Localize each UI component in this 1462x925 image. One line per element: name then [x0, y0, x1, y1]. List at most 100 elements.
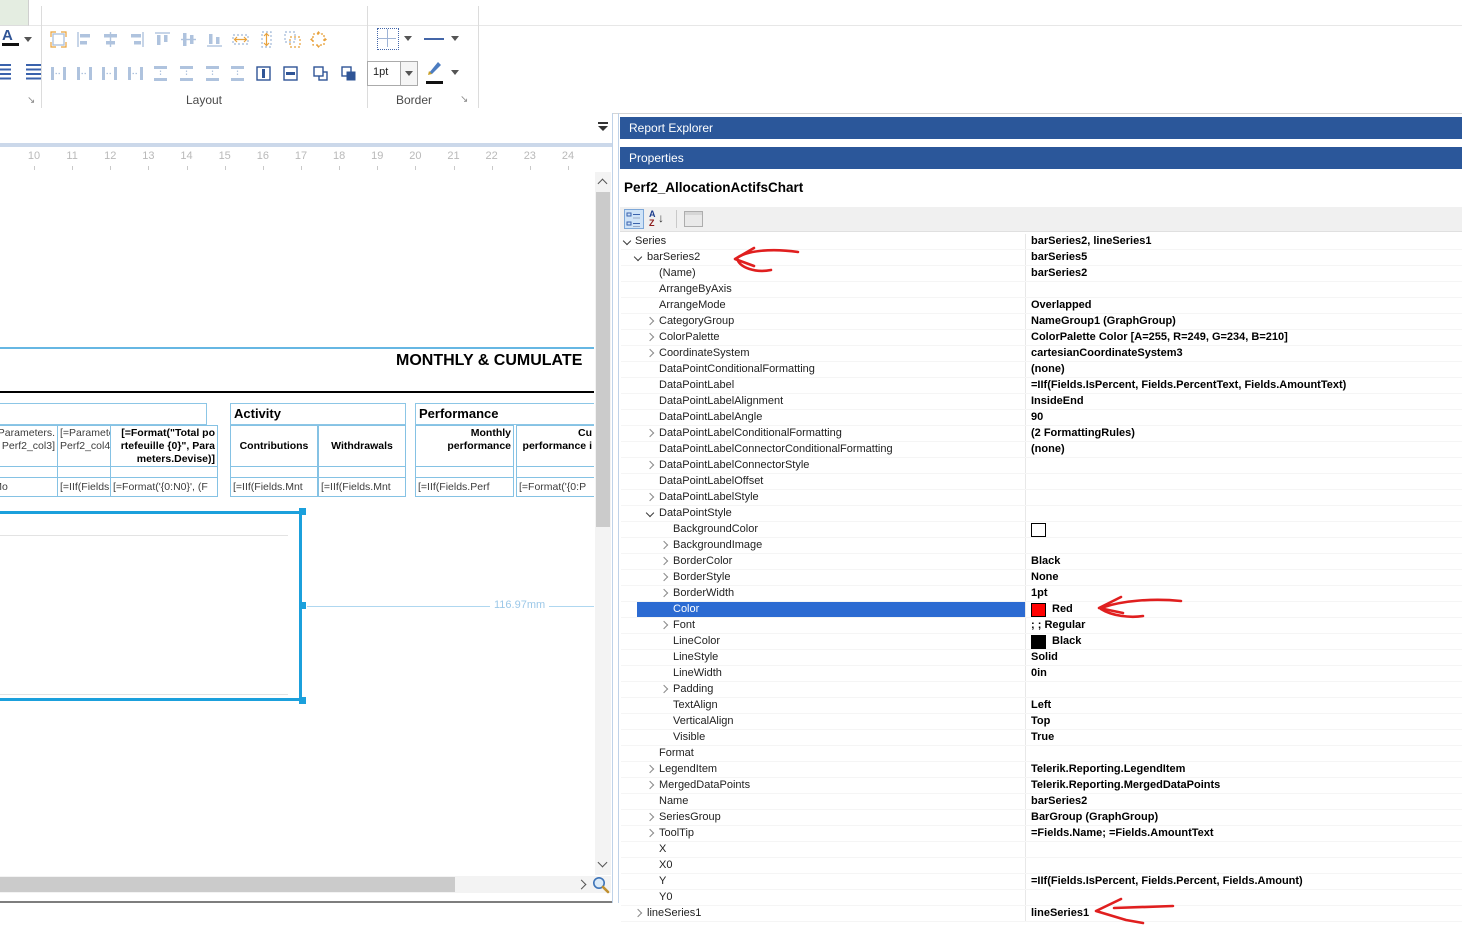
resize-handle[interactable] [299, 508, 306, 515]
property-row-Color[interactable]: Color Red [621, 602, 1462, 618]
collapse-toolbar-icon[interactable] [598, 122, 608, 131]
make-same-size-icon[interactable] [282, 29, 304, 51]
expand-icon[interactable] [645, 828, 655, 838]
property-row-BorderColor[interactable]: BorderColor Black [621, 554, 1462, 570]
property-row-Series[interactable]: Series barSeries2, lineSeries1 [621, 234, 1462, 250]
expand-icon[interactable] [645, 764, 655, 774]
expand-icon[interactable] [659, 684, 669, 694]
property-row-DataPointLabelConnectorConditionalFormatting[interactable]: DataPointLabelConnectorConditionalFormat… [621, 442, 1462, 458]
activity-data-cell[interactable]: [=IIf(Fields.Mnt [318, 477, 406, 497]
property-row-ArrangeMode[interactable]: ArrangeMode Overlapped [621, 298, 1462, 314]
collapse-icon[interactable] [633, 252, 643, 262]
property-row-SeriesGroup[interactable]: SeriesGroup BarGroup (GraphGroup) [621, 810, 1462, 826]
property-row-DataPointLabelAngle[interactable]: DataPointLabelAngle 90 [621, 410, 1462, 426]
property-row-DataPointLabelStyle[interactable]: DataPointLabelStyle [621, 490, 1462, 506]
property-row-Y[interactable]: Y =IIf(Fields.IsPercent, Fields.Percent, … [621, 874, 1462, 890]
expand-icon[interactable] [645, 812, 655, 822]
panel-splitter[interactable] [612, 113, 613, 903]
report-title-textbox[interactable]: MONTHLY & CUMULATE [396, 352, 594, 374]
vertical-scrollbar[interactable] [595, 172, 611, 875]
expand-icon[interactable] [645, 780, 655, 790]
vertical-scrollbar-thumb[interactable] [596, 192, 610, 527]
property-row-VerticalAlign[interactable]: VerticalAlign Top [621, 714, 1462, 730]
expand-icon[interactable] [645, 428, 655, 438]
property-row-LegendItem[interactable]: LegendItem Telerik.Reporting.LegendItem [621, 762, 1462, 778]
property-row-Format[interactable]: Format [621, 746, 1462, 762]
property-row-ArrangeByAxis[interactable]: ArrangeByAxis [621, 282, 1462, 298]
property-row-ColorPalette[interactable]: ColorPalette ColorPalette Color [A=255, R… [621, 330, 1462, 346]
borders-dropdown-icon[interactable] [404, 36, 412, 41]
zoom-tool-icon[interactable] [591, 875, 610, 899]
align-rights-icon[interactable] [126, 29, 148, 51]
property-pages-button[interactable] [684, 211, 703, 227]
decrease-horizontal-spacing-icon[interactable] [99, 63, 121, 85]
expand-icon[interactable] [633, 908, 643, 918]
resize-handle[interactable] [299, 697, 306, 704]
property-row-LineStyle[interactable]: LineStyle Solid [621, 650, 1462, 666]
expand-icon[interactable] [645, 460, 655, 470]
property-row-(Name)[interactable]: (Name) barSeries2 [621, 266, 1462, 282]
border-width-dropdown[interactable] [401, 61, 418, 86]
make-same-height-icon[interactable] [256, 29, 278, 51]
portfolio-table-header-band[interactable] [0, 403, 207, 425]
panel-splitter[interactable] [618, 113, 619, 903]
activity-table-header-band[interactable]: Activity [230, 403, 406, 425]
remove-horizontal-spacing-icon[interactable] [125, 63, 147, 85]
line-style-dropdown-icon[interactable] [451, 36, 459, 41]
portfolio-header-cell[interactable]: [=Parameters. Perf2_col3] [0, 425, 58, 467]
property-row-LineColor[interactable]: LineColor Black [621, 634, 1462, 650]
align-to-grid-icon[interactable] [48, 29, 70, 51]
expand-icon[interactable] [645, 332, 655, 342]
property-row-DataPointLabelConditionalFormatting[interactable]: DataPointLabelConditionalFormatting (2 Fo… [621, 426, 1462, 442]
portfolio-data-cell[interactable]: [=IIf(Fields.Mo [57, 477, 111, 497]
portfolio-header-cell[interactable]: [=Format("Total po rtefeuille {0}", Para… [110, 425, 218, 467]
expand-icon[interactable] [659, 572, 669, 582]
border-dialog-launcher-icon[interactable]: ↘ [460, 95, 471, 106]
property-row-CategoryGroup[interactable]: CategoryGroup NameGroup1 (GraphGroup) [621, 314, 1462, 330]
line-style-icon[interactable] [424, 38, 444, 40]
properties-titlebar[interactable]: Properties [620, 147, 1462, 169]
property-row-Visible[interactable]: Visible True [621, 730, 1462, 746]
property-row-MergedDataPoints[interactable]: MergedDataPoints Telerik.Reporting.Merged… [621, 778, 1462, 794]
property-row-TextAlign[interactable]: TextAlign Left [621, 698, 1462, 714]
property-row-DataPointStyle[interactable]: DataPointStyle [621, 506, 1462, 522]
performance-header-cell[interactable]: Cu performance i [516, 425, 594, 467]
property-row-DataPointLabelOffset[interactable]: DataPointLabelOffset [621, 474, 1462, 490]
expand-icon[interactable] [659, 540, 669, 550]
property-row-lineSeries1[interactable]: lineSeries1 lineSeries1 [621, 906, 1462, 922]
font-color-dropdown-icon[interactable] [24, 37, 32, 42]
expand-icon[interactable] [645, 316, 655, 326]
property-row-Padding[interactable]: Padding [621, 682, 1462, 698]
property-row-barSeries2[interactable]: barSeries2 barSeries5 [621, 250, 1462, 266]
activity-header-cell[interactable]: Withdrawals [318, 425, 406, 467]
border-color-dropdown-icon[interactable] [451, 70, 459, 75]
property-row-BorderStyle[interactable]: BorderStyle None [621, 570, 1462, 586]
expand-icon[interactable] [659, 588, 669, 598]
activity-data-cell[interactable]: [=IIf(Fields.Mnt [230, 477, 318, 497]
make-same-width-icon[interactable] [230, 29, 252, 51]
center-vertically-icon[interactable] [280, 63, 302, 85]
remove-vertical-spacing-icon[interactable] [227, 63, 249, 85]
portfolio-data-cell[interactable]: [=Format('{0:N0}', (F [110, 477, 218, 497]
property-row-BackgroundImage[interactable]: BackgroundImage [621, 538, 1462, 554]
property-row-BackgroundColor[interactable]: BackgroundColor [621, 522, 1462, 538]
report-design-surface[interactable]: MONTHLY & CUMULATE [=Parameters. Perf2_c… [0, 172, 594, 875]
border-width-combobox[interactable]: 1pt [367, 61, 401, 86]
send-to-back-icon[interactable] [338, 63, 360, 85]
resize-handle[interactable] [299, 602, 306, 609]
performance-header-cell[interactable]: Monthly performance [415, 425, 514, 467]
property-row-Name[interactable]: Name barSeries2 [621, 794, 1462, 810]
expand-icon[interactable] [645, 492, 655, 502]
horizontal-scrollbar[interactable] [0, 876, 611, 893]
property-row-Font[interactable]: Font ; ; Regular [621, 618, 1462, 634]
property-row-Y0[interactable]: Y0 [621, 890, 1462, 906]
performance-data-cell[interactable]: [=Format('{0:P [516, 477, 594, 497]
align-text-icon[interactable] [0, 64, 11, 80]
justify-text-icon[interactable] [26, 64, 42, 80]
property-row-X0[interactable]: X0 [621, 858, 1462, 874]
portfolio-data-cell[interactable]: [=IIf(Fields.Mo [0, 477, 58, 497]
property-row-LineWidth[interactable]: LineWidth 0in [621, 666, 1462, 682]
selected-chart-item[interactable] [0, 511, 302, 701]
borders-icon[interactable] [377, 28, 399, 50]
increase-vertical-spacing-icon[interactable] [176, 63, 198, 85]
